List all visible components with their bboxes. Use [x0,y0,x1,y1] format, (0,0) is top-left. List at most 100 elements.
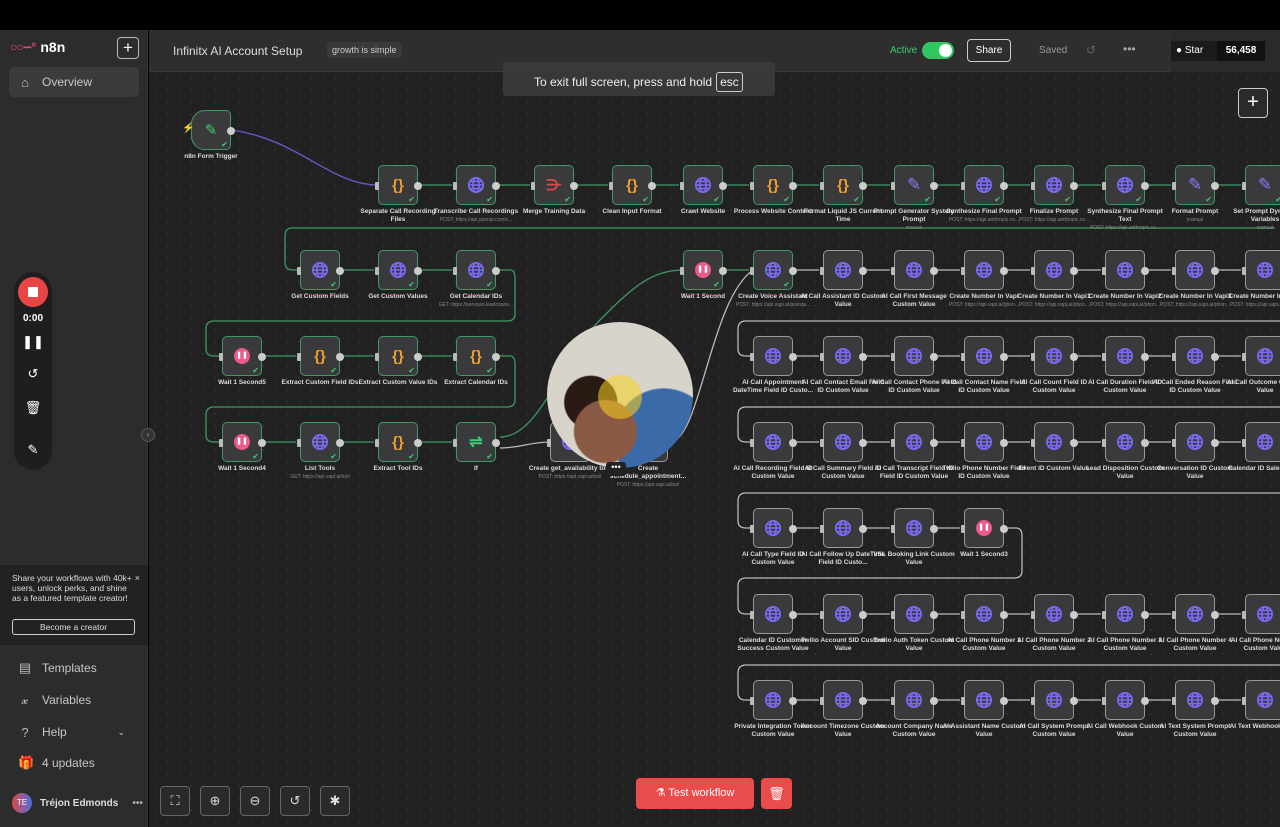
output-handle[interactable] [492,267,500,275]
input-handle[interactable] [1031,439,1035,447]
input-handle[interactable] [531,182,535,190]
output-handle[interactable] [1211,353,1219,361]
input-handle[interactable] [219,353,223,361]
output-handle[interactable] [258,439,266,447]
workflow-node[interactable]: ✎ ⚡ ✔ [182,110,235,150]
output-handle[interactable] [414,267,422,275]
output-handle[interactable] [859,697,867,705]
workflow-node[interactable] [750,680,797,720]
input-handle[interactable] [820,182,824,190]
output-handle[interactable] [570,182,578,190]
input-handle[interactable] [453,182,457,190]
workflow-node[interactable] [750,508,797,548]
input-handle[interactable] [1172,439,1176,447]
input-handle[interactable] [891,267,895,275]
workflow-node[interactable] [820,508,867,548]
workflow-node[interactable] [820,680,867,720]
input-handle[interactable] [891,525,895,533]
workflow-node[interactable] [1172,336,1219,376]
workflow-node[interactable] [891,594,938,634]
input-handle[interactable] [1172,697,1176,705]
output-handle[interactable] [930,439,938,447]
workflow-node[interactable] [1102,422,1149,462]
workflow-node[interactable] [961,250,1008,290]
zoom-in-button[interactable]: ⊕ [200,786,230,816]
workflow-node[interactable]: {} ✔ [375,165,422,205]
input-handle[interactable] [1102,697,1106,705]
input-handle[interactable] [1102,353,1106,361]
workflow-node[interactable]: ✎ ✔ [891,165,938,205]
workflow-node[interactable] [961,336,1008,376]
output-handle[interactable] [492,353,500,361]
output-handle[interactable] [719,267,727,275]
input-handle[interactable] [1031,182,1035,190]
workflow-node[interactable] [961,422,1008,462]
output-handle[interactable] [1141,353,1149,361]
output-handle[interactable] [789,267,797,275]
output-handle[interactable] [930,697,938,705]
output-handle[interactable] [648,182,656,190]
workflow-node[interactable] [1031,680,1078,720]
input-handle[interactable] [1172,353,1176,361]
workflow-node[interactable]: ✔ [375,250,422,290]
more-icon[interactable]: ••• [132,798,143,809]
input-handle[interactable] [961,353,965,361]
output-handle[interactable] [1070,267,1078,275]
input-handle[interactable] [1102,182,1106,190]
pen-icon[interactable]: ✎ [14,442,52,458]
input-handle[interactable] [1242,353,1246,361]
trash-icon[interactable]: 🗑 [14,400,52,416]
stop-recording-button[interactable] [18,277,48,307]
output-handle[interactable] [1070,439,1078,447]
input-handle[interactable] [680,182,684,190]
workflow-node[interactable]: ❚❚ ✔ [680,250,727,290]
workflow-node[interactable]: ⇌ ✔ [453,422,500,462]
workflow-node[interactable]: ✔ [750,250,797,290]
output-handle[interactable] [789,525,797,533]
output-handle[interactable] [1211,697,1219,705]
input-handle[interactable] [961,267,965,275]
workflow-node[interactable] [891,422,938,462]
input-handle[interactable] [1102,267,1106,275]
output-handle[interactable] [859,353,867,361]
input-handle[interactable] [961,182,965,190]
workflow-node[interactable] [1242,250,1280,290]
input-handle[interactable] [961,525,965,533]
workflow-node[interactable] [1242,594,1280,634]
workflow-node[interactable] [891,250,938,290]
output-handle[interactable] [789,182,797,190]
output-handle[interactable] [1000,611,1008,619]
input-handle[interactable] [820,267,824,275]
input-handle[interactable] [891,697,895,705]
output-handle[interactable] [414,182,422,190]
workflow-node[interactable]: {} ✔ [375,422,422,462]
workflow-node[interactable]: ❚❚ ✔ [219,336,266,376]
input-handle[interactable] [820,525,824,533]
workflow-node[interactable] [1031,336,1078,376]
input-handle[interactable] [750,439,754,447]
input-handle[interactable] [750,611,754,619]
user-menu[interactable]: TE Tréjon Edmonds ••• [12,793,143,813]
input-handle[interactable] [375,182,379,190]
input-handle[interactable] [609,182,613,190]
input-handle[interactable] [1172,611,1176,619]
workflow-node[interactable]: ✎ ✔ [1172,165,1219,205]
output-handle[interactable] [1070,611,1078,619]
output-handle[interactable] [1000,353,1008,361]
input-handle[interactable] [820,439,824,447]
input-handle[interactable] [891,611,895,619]
workflow-node[interactable]: ✔ [961,165,1008,205]
restart-icon[interactable]: ↺ [14,366,52,382]
workflow-tag[interactable]: growth is simple [327,42,402,58]
sidebar-item-updates[interactable]: 🎁 4 updates [9,748,139,778]
active-toggle[interactable] [922,42,954,59]
workflow-node[interactable] [820,336,867,376]
input-handle[interactable] [1102,439,1106,447]
workflow-node[interactable] [891,508,938,548]
workflow-node[interactable] [1031,422,1078,462]
close-icon[interactable]: × [135,573,140,583]
workflow-node[interactable] [961,594,1008,634]
add-node-button[interactable]: + [1238,88,1268,118]
output-handle[interactable] [789,611,797,619]
input-handle[interactable] [453,353,457,361]
